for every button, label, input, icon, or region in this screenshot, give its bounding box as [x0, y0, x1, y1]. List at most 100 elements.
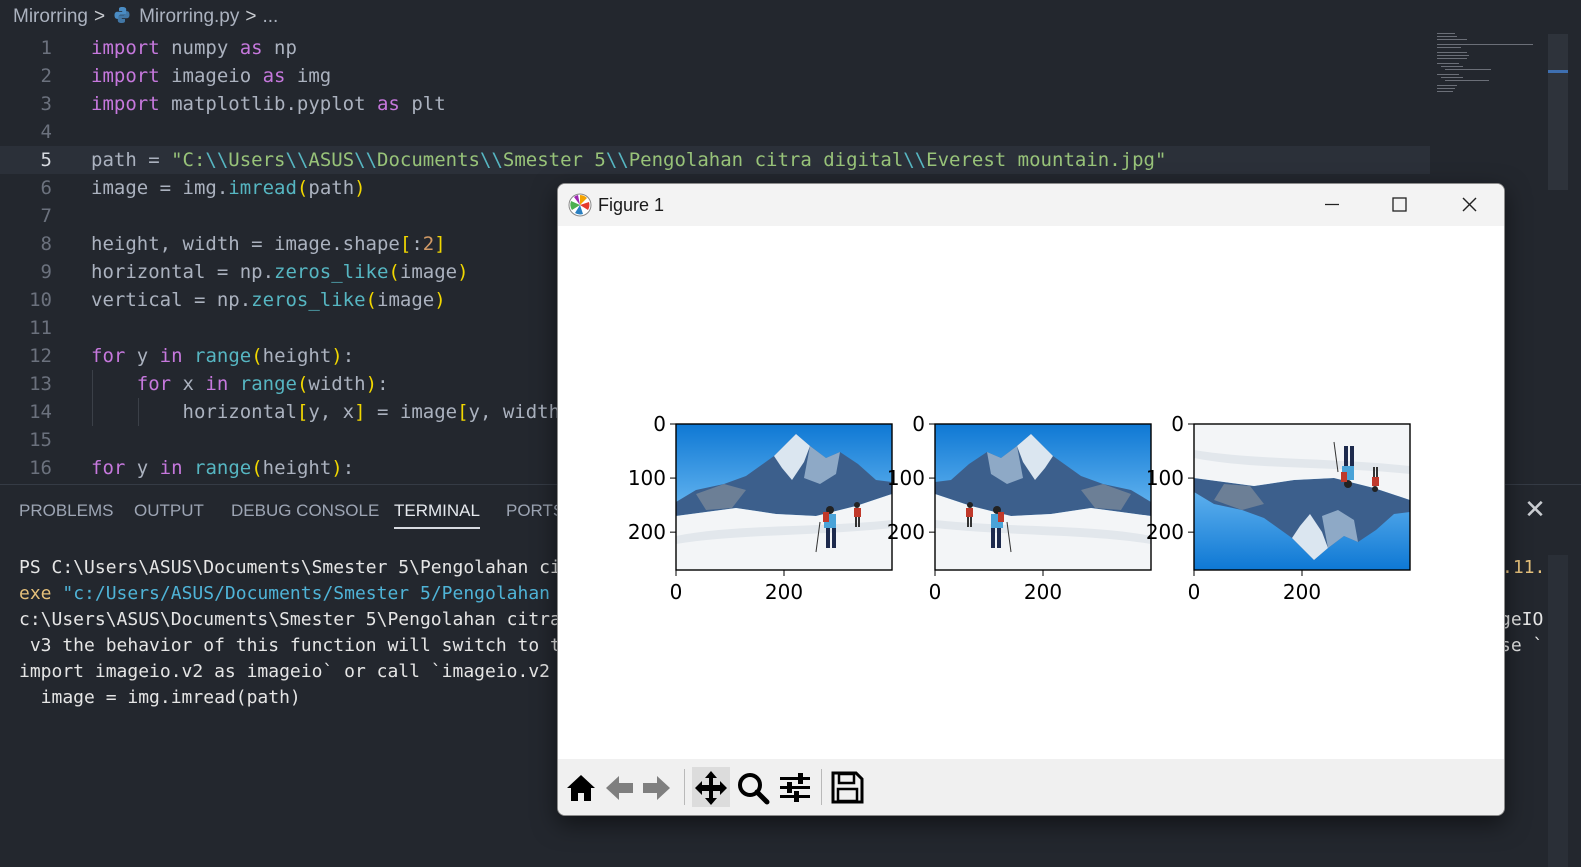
code-text: horizontal = np.zeros_like(image): [91, 261, 469, 283]
arrow-left-icon: [606, 776, 633, 800]
configure-subplots-button[interactable]: [776, 767, 814, 807]
python-file-icon: [114, 7, 130, 23]
figure-plot: 0 100 200 0 200 0 100 200 0 200 0 100 200 0 200: [628, 412, 1411, 604]
image-original: [676, 424, 892, 570]
scrollbar-cursor-marker: [1548, 70, 1568, 73]
code-line[interactable]: 4: [0, 118, 1430, 146]
line-number: 2: [40, 65, 52, 87]
minimize-icon: [1325, 203, 1339, 206]
line-number: 14: [29, 401, 52, 423]
line-number: 1: [40, 37, 52, 59]
close-button[interactable]: [1439, 184, 1499, 226]
code-text: height, width = image.shape[:2]: [91, 233, 446, 255]
y-tick-label: 200: [1146, 520, 1184, 544]
line-number: 5: [40, 149, 52, 171]
x-tick-label: 0: [1188, 580, 1201, 604]
minimize-button[interactable]: [1302, 184, 1362, 226]
minimap[interactable]: [1433, 30, 1543, 100]
window-titlebar[interactable]: Figure 1: [558, 184, 1504, 226]
terminal-path: "c:/Users/ASUS/Documents/Smester 5/Pengo…: [62, 583, 551, 604]
editor-scrollbar[interactable]: [1548, 34, 1568, 190]
code-text: for y in range(height):: [91, 457, 355, 479]
y-tick-label: 100: [887, 466, 925, 490]
figure-window[interactable]: Figure 1 0 100 200 0 200 0 100 200 0 200…: [557, 183, 1505, 816]
terminal-text: exe: [19, 583, 63, 604]
breadcrumb-file[interactable]: Mirorring.py: [137, 0, 241, 34]
code-text: for x in range(width):: [136, 373, 389, 395]
terminal-line: v3 the behavior of this function will sw…: [19, 635, 561, 656]
code-text: horizontal[y, x] = image[y, width: [91, 401, 561, 423]
line-number: 10: [29, 289, 52, 311]
code-line-current[interactable]: 5 path = "C:\\Users\\ASUS\\Documents\\Sme…: [0, 146, 1430, 174]
image-vertical-mirror: [1194, 424, 1410, 570]
forward-button[interactable]: [638, 767, 676, 807]
y-tick-label: 0: [653, 412, 666, 436]
y-tick-label: 100: [1146, 466, 1184, 490]
window-title: Figure 1: [598, 195, 665, 215]
y-tick-label: 200: [887, 520, 925, 544]
breadcrumb-folder[interactable]: Mirorring: [11, 0, 90, 34]
terminal-line: import imageio.v2 as imageio` or call `i…: [19, 661, 551, 682]
line-number: 11: [29, 317, 52, 339]
x-tick-label: 0: [929, 580, 942, 604]
x-tick-label: 200: [1283, 580, 1321, 604]
toolbar-separator: [684, 769, 685, 805]
code-text: vertical = np.zeros_like(image): [91, 289, 446, 311]
floppy-disk-icon: [831, 771, 864, 804]
close-icon: [1462, 197, 1477, 212]
image-horizontal-mirror: [935, 424, 1151, 570]
breadcrumb: Mirorring > Mirorring.py >...: [0, 0, 1581, 34]
close-panel-icon[interactable]: ✕: [1522, 497, 1548, 523]
home-icon: [567, 775, 595, 801]
terminal-line-tail: geIO: [1500, 609, 1544, 630]
magnifier-icon: [738, 773, 770, 805]
x-tick-label: 0: [670, 580, 683, 604]
code-text: path = "C:\\Users\\ASUS\\Documents\\Smes…: [91, 149, 1167, 171]
y-tick-label: 200: [628, 520, 666, 544]
indent-guide: [92, 370, 93, 426]
chevron-right-icon: >: [93, 6, 106, 27]
figure-toolbar: [558, 759, 1504, 815]
axes-horizontal-mirror: [934, 423, 1152, 571]
line-number: 7: [40, 205, 52, 227]
back-button[interactable]: [600, 767, 638, 807]
code-line[interactable]: 3 import matplotlib.pyplot as plt: [0, 90, 1430, 118]
code-text: image = img.imread(path): [91, 177, 366, 199]
line-number: 6: [40, 177, 52, 199]
terminal-line-tail: .11.: [1502, 557, 1546, 578]
line-number: 9: [40, 261, 52, 283]
code-line[interactable]: 1 import numpy as np: [0, 34, 1430, 62]
chevron-right-icon: >: [245, 6, 257, 27]
code-text: import imageio as img: [91, 65, 332, 87]
breadcrumb-more[interactable]: ...: [260, 0, 280, 34]
zoom-button[interactable]: [734, 767, 772, 807]
maximize-button[interactable]: [1369, 184, 1429, 226]
indent-guide: [138, 398, 139, 426]
terminal-line: image = img.imread(path): [19, 687, 301, 708]
terminal-line: exe "c:/Users/ASUS/Documents/Smester 5/P…: [19, 581, 550, 607]
toolbar-separator: [821, 769, 822, 805]
move-arrows-icon: [695, 771, 727, 805]
tab-terminal[interactable]: TERMINAL: [394, 485, 480, 535]
code-text: import matplotlib.pyplot as plt: [91, 93, 446, 115]
home-button[interactable]: [562, 767, 600, 807]
matplotlib-logo-icon: [568, 193, 592, 217]
line-number: 3: [40, 93, 52, 115]
line-number: 13: [29, 373, 52, 395]
figure-canvas[interactable]: 0 100 200 0 200 0 100 200 0 200 0 100 200 0 200: [558, 226, 1504, 759]
terminal-line: c:\Users\ASUS\Documents\Smester 5\Pengol…: [19, 609, 561, 630]
line-number: 8: [40, 233, 52, 255]
y-tick-label: 100: [628, 466, 666, 490]
tab-debug-console[interactable]: DEBUG CONSOLE: [231, 485, 379, 535]
y-tick-label: 0: [1171, 412, 1184, 436]
x-tick-label: 200: [765, 580, 803, 604]
tab-ports[interactable]: PORTS: [506, 485, 564, 535]
terminal-scrollbar[interactable]: [1548, 555, 1568, 867]
code-line[interactable]: 2 import imageio as img: [0, 62, 1430, 90]
pan-button[interactable]: [692, 767, 730, 807]
tab-output[interactable]: OUTPUT: [134, 485, 204, 535]
tab-problems[interactable]: PROBLEMS: [19, 485, 113, 535]
line-number: 4: [40, 121, 52, 143]
save-button[interactable]: [828, 767, 866, 807]
terminal-line-tail: se `: [1500, 635, 1544, 656]
